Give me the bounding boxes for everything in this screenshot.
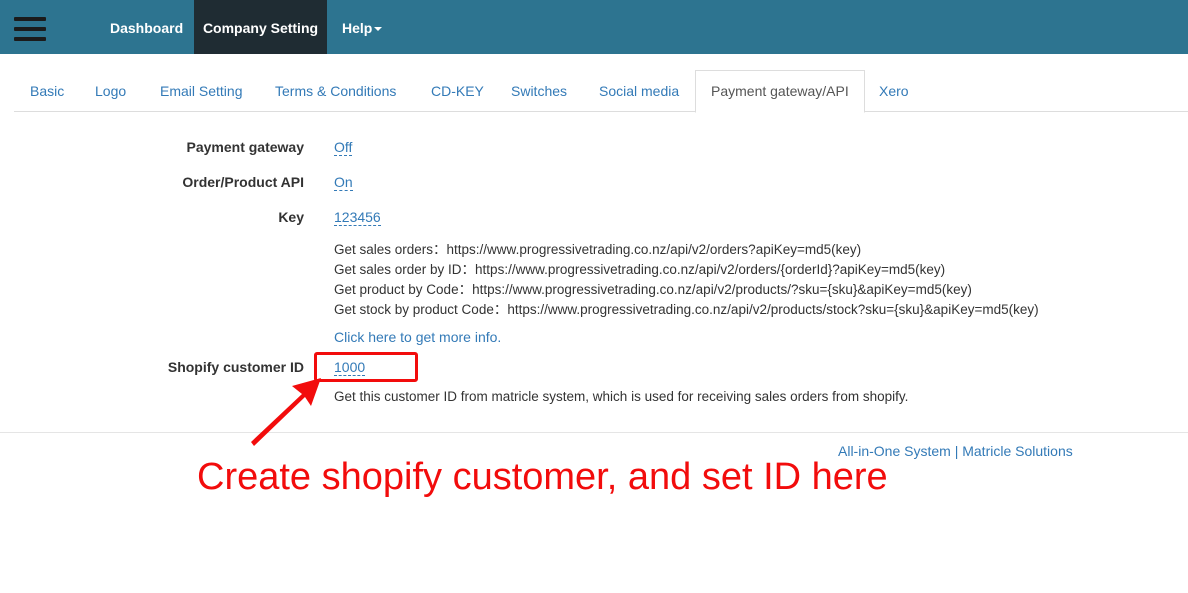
tab-logo[interactable]: Logo — [80, 70, 141, 112]
tab-social-media[interactable]: Social media — [584, 70, 694, 112]
key-label: Key — [278, 209, 304, 225]
tab-cd-key[interactable]: CD-KEY — [416, 70, 499, 112]
tab-terms-conditions[interactable]: Terms & Conditions — [260, 70, 411, 112]
tab-switches[interactable]: Switches — [496, 70, 582, 112]
annotation-text: Create shopify customer, and set ID here — [197, 456, 888, 498]
shopify-customer-id-help: Get this customer ID from matricle syste… — [334, 389, 909, 404]
payment-gateway-toggle[interactable]: Off — [334, 139, 353, 156]
tab-payment-gateway-api[interactable]: Payment gateway/API — [695, 70, 865, 113]
api-info-product-by-code: Get product by Code：https://www.progress… — [334, 282, 972, 297]
more-info-link[interactable]: Click here to get more info. — [334, 329, 501, 345]
payment-gateway-label: Payment gateway — [186, 139, 305, 155]
settings-tabs: Basic Logo Email Setting Terms & Conditi… — [14, 70, 1188, 113]
nav-help-dropdown[interactable]: Help — [342, 0, 383, 54]
api-info-sales-orders: Get sales orders：https://www.progressive… — [334, 242, 862, 257]
nav-dashboard[interactable]: Dashboard — [110, 0, 183, 54]
order-product-api-label: Order/Product API — [182, 174, 304, 190]
annotation-highlight-box — [314, 352, 418, 382]
caret-down-icon — [374, 27, 383, 32]
tab-email-setting[interactable]: Email Setting — [145, 70, 257, 112]
nav-company-setting-label: Company Setting — [202, 20, 319, 36]
nav-company-setting[interactable]: Company Setting — [194, 0, 327, 54]
order-product-api-toggle[interactable]: On — [334, 174, 353, 191]
footer-link-matricle[interactable]: Matricle Solutions — [962, 443, 1073, 459]
api-info-sales-order-by-id: Get sales order by ID：https://www.progre… — [334, 262, 946, 277]
top-navbar: Dashboard Company Setting Help — [0, 0, 1188, 54]
nav-help-label: Help — [342, 20, 373, 36]
footer-divider — [0, 432, 1188, 433]
tab-xero[interactable]: Xero — [864, 70, 924, 112]
tab-basic[interactable]: Basic — [15, 70, 79, 112]
shopify-customer-id-label: Shopify customer ID — [167, 359, 304, 375]
key-value[interactable]: 123456 — [334, 209, 381, 226]
api-info-stock-by-code: Get stock by product Code：https://www.pr… — [334, 302, 1039, 317]
footer-separator: | — [954, 443, 959, 459]
hamburger-menu-icon[interactable] — [14, 17, 46, 41]
